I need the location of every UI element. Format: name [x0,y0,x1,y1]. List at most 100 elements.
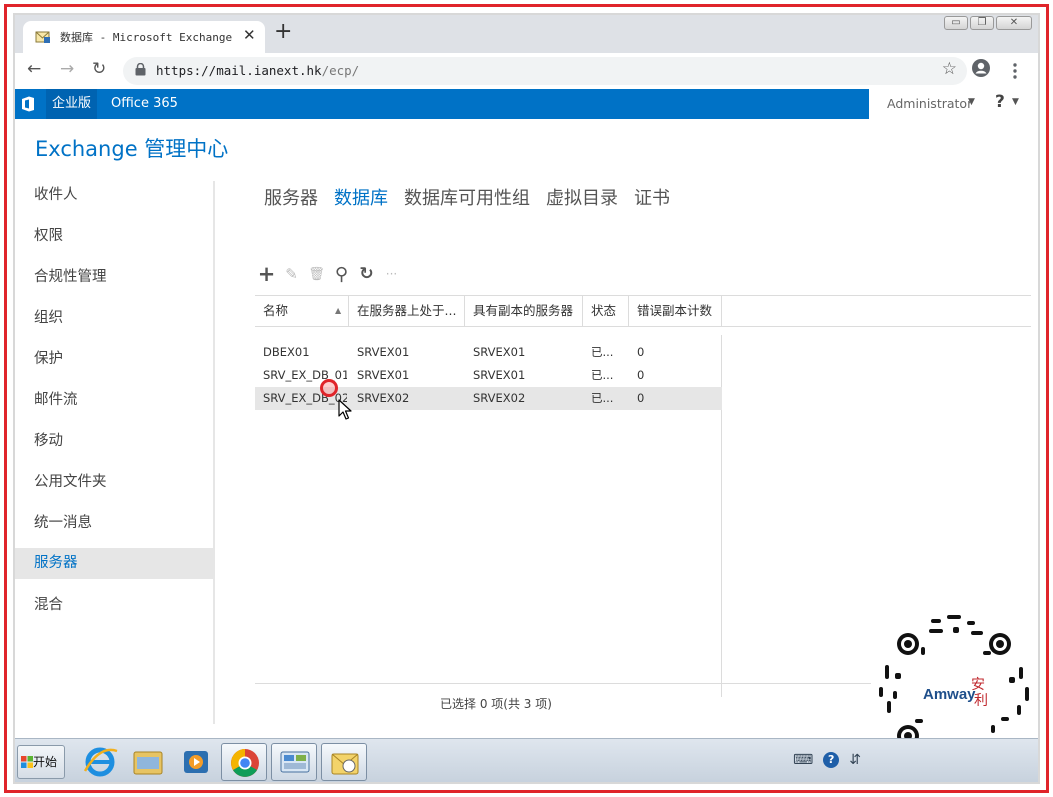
cell-status: 已... [591,391,614,405]
tab-virtual-directories[interactable]: 虚拟目录 [546,184,618,210]
nav-item-mobile[interactable]: 移动 [15,425,214,466]
nav-item-permissions[interactable]: 权限 [15,220,214,261]
bookmark-star-icon[interactable]: ☆ [942,59,957,79]
window-controls: ▭ ❐ ✕ [944,16,1032,30]
folder-icon [133,751,163,775]
screenshot-frame: 数据库 - Microsoft Exchange ✕ + ▭ ❐ ✕ ← → ↻… [4,4,1049,793]
exchange-favicon-icon [35,31,50,43]
sub-tabs: 服务器 数据库 数据库可用性组 虚拟目录 证书 [264,184,670,210]
cell-status: 已... [591,345,614,359]
sort-ascending-icon: ▲ [335,306,342,315]
cell-server: SRVEX02 [357,391,410,405]
taskbar-outlook[interactable] [321,743,367,781]
user-menu[interactable]: Administrator [887,96,972,111]
cell-errors: 0 [637,391,645,405]
url-text: https://mail.ianext.hk/ecp/ [156,63,359,78]
profile-button[interactable] [971,58,995,82]
taskbar-media[interactable] [173,743,219,781]
mail-clock-icon [331,753,359,775]
restore-button[interactable]: ❐ [970,16,994,30]
tab-dag[interactable]: 数据库可用性组 [404,184,530,210]
cell-server: SRVEX01 [357,368,410,382]
taskbar-control-panel[interactable] [271,743,317,781]
taskbar-explorer[interactable] [125,743,171,781]
selection-status: 已选择 0 项(共 3 项) [440,697,552,711]
amway-logo: Amway [923,686,976,703]
cell-status: 已... [591,368,614,382]
browser-tab[interactable]: 数据库 - Microsoft Exchange ✕ [23,21,265,53]
office365-link[interactable]: Office 365 [111,89,178,119]
column-header-name[interactable]: 名称 ▲ [255,296,349,326]
windows-flag-icon [21,756,33,768]
mouse-cursor-icon [338,399,352,420]
help-icon[interactable]: ? [823,752,840,768]
taskbar-ie[interactable] [77,743,123,781]
delete-icon[interactable]: 🗑 [307,265,326,284]
chevron-down-icon[interactable]: ▼ [1012,97,1019,107]
taskbar: 开始 ⌨ ? ⇵ [15,738,1038,782]
browser-toolbar: ← → ↻ https://mail.ianext.hk/ecp/ ☆ [15,53,1038,89]
nav-divider [213,181,215,724]
table-row[interactable]: DBEX01 SRVEX01 SRVEX01 已... 0 [255,341,722,364]
nav-item-organization[interactable]: 组织 [15,302,214,343]
back-icon[interactable]: ← [27,59,41,79]
cell-name: DBEX01 [263,345,310,359]
minimize-button[interactable]: ▭ [944,16,968,30]
help-icon[interactable]: ? [995,92,1005,112]
nav-item-unified-messaging[interactable]: 统一消息 [15,507,214,548]
reload-icon[interactable]: ↻ [92,59,106,79]
refresh-icon[interactable]: ↻ [357,264,376,284]
cell-errors: 0 [637,345,645,359]
add-icon[interactable]: + [257,263,276,284]
edit-icon[interactable]: ✎ [282,265,301,284]
system-tray: ⌨ ? ⇵ [793,752,861,768]
taskbar-chrome[interactable] [221,743,267,781]
tab-databases[interactable]: 数据库 [334,184,388,210]
chrome-menu-icon[interactable] [1012,62,1018,80]
office365-bar: 企业版 Office 365 [15,89,869,119]
network-icon[interactable]: ⇵ [849,752,861,768]
column-header-copies[interactable]: 具有副本的服务器 [465,296,583,326]
cell-copies: SRVEX02 [473,391,526,405]
tab-servers[interactable]: 服务器 [264,184,318,210]
nav-item-protection[interactable]: 保护 [15,343,214,384]
click-indicator [320,379,338,397]
tab-title: 数据库 - Microsoft Exchange [60,31,233,44]
url-path: /ecp/ [321,63,360,78]
cell-errors: 0 [637,368,645,382]
keyboard-icon[interactable]: ⌨ [793,752,813,768]
screen: 数据库 - Microsoft Exchange ✕ + ▭ ❐ ✕ ← → ↻… [13,13,1040,784]
profile-icon [972,59,990,77]
command-bar: + ✎ 🗑 ⚲ ↻ ··· [257,263,401,285]
nav-item-servers[interactable]: 服务器 [15,548,214,579]
nav-item-compliance[interactable]: 合规性管理 [15,261,214,302]
office-logo-icon[interactable] [21,96,35,112]
close-window-button[interactable]: ✕ [996,16,1032,30]
url-host: https://mail.ianext.hk [156,63,322,78]
column-header-status[interactable]: 状态 [583,296,629,326]
grid-header: 名称 ▲ 在服务器上处于... 具有副本的服务器 状态 错误副本计数 [255,295,1031,327]
address-bar[interactable]: https://mail.ianext.hk/ecp/ ☆ [123,57,967,85]
enterprise-link[interactable]: 企业版 [46,89,98,119]
left-nav: 收件人 权限 合规性管理 组织 保护 邮件流 移动 公用文件夹 统一消息 服务器… [15,179,214,630]
search-icon[interactable]: ⚲ [332,265,351,284]
start-label: 开始 [33,755,58,769]
tab-close-icon[interactable]: ✕ [243,26,256,44]
nav-item-public-folders[interactable]: 公用文件夹 [15,466,214,507]
internet-explorer-icon [83,747,118,777]
column-header-errors[interactable]: 错误副本计数 [629,296,722,326]
control-panel-icon [280,751,310,773]
nav-item-recipients[interactable]: 收件人 [15,179,214,220]
new-tab-button[interactable]: + [274,19,292,44]
more-icon[interactable]: ··· [382,265,401,284]
nav-item-hybrid[interactable]: 混合 [15,589,214,630]
chevron-down-icon[interactable]: ▼ [968,97,975,107]
column-header-server[interactable]: 在服务器上处于... [349,296,465,326]
svg-text:安: 安 [971,677,985,693]
nav-item-mail-flow[interactable]: 邮件流 [15,384,214,425]
tab-certificates[interactable]: 证书 [634,184,670,210]
forward-icon[interactable]: → [60,59,74,79]
start-button[interactable]: 开始 [17,745,65,779]
user-bar: Administrator ▼ ? ▼ [869,89,1038,119]
cell-server: SRVEX01 [357,345,410,359]
